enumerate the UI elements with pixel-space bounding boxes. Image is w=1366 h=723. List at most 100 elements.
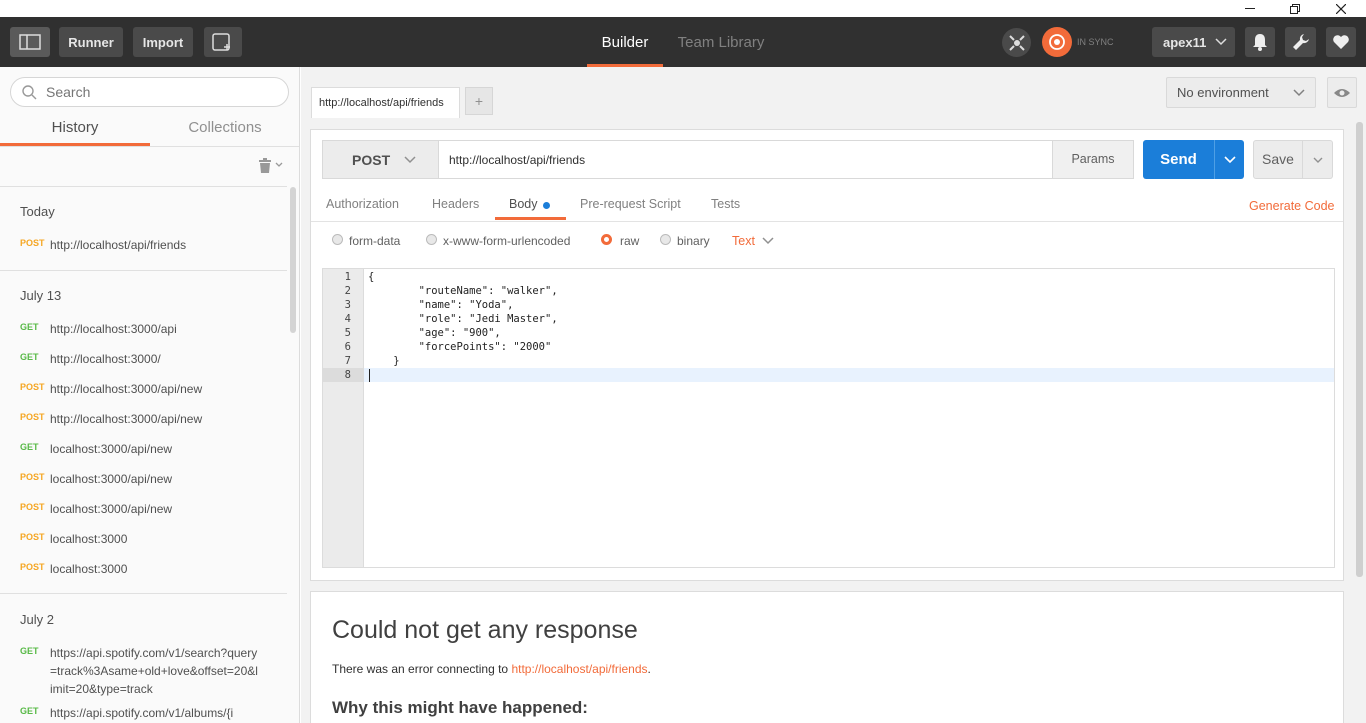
editor-gutter: 1 2 3 4 5 6 7 8 <box>323 269 364 567</box>
environment-select[interactable]: No environment <box>1166 77 1316 108</box>
urlencoded-radio[interactable] <box>426 234 437 245</box>
history-item[interactable]: POST localhost:3000/api/new <box>20 470 290 488</box>
main-panel: http://localhost/api/friends + No enviro… <box>301 67 1366 723</box>
history-item[interactable]: POST http://localhost:3000/api/new <box>20 410 290 428</box>
history-item[interactable]: POST http://localhost:3000/api/new <box>20 380 290 398</box>
urlencoded-label: x-www-form-urlencoded <box>443 234 571 248</box>
wrench-icon <box>1292 34 1309 50</box>
body-editor[interactable]: 1 2 3 4 5 6 7 8 { "routeName": "walker",… <box>322 268 1335 568</box>
history-item[interactable]: GET localhost:3000/api/new <box>20 440 290 458</box>
search-input[interactable] <box>46 83 276 101</box>
group-divider <box>0 593 287 594</box>
builder-label: Builder <box>601 33 649 51</box>
send-button[interactable]: Send <box>1143 140 1214 179</box>
subtabs-divider <box>311 221 1343 222</box>
settings-button[interactable] <box>1285 27 1316 57</box>
history-item[interactable]: POST localhost:3000/api/new <box>20 500 290 518</box>
tab-team-library[interactable]: Team Library <box>670 17 772 67</box>
support-button[interactable] <box>1326 27 1356 57</box>
send-options-button[interactable] <box>1214 140 1244 179</box>
raw-type-select[interactable]: Text <box>732 234 774 248</box>
request-builder: POST Params Send Save Authorization Head… <box>310 129 1344 581</box>
method-select[interactable]: POST <box>322 140 439 179</box>
tab-tests[interactable]: Tests <box>711 197 740 211</box>
method-badge: POST <box>20 562 45 572</box>
history-item[interactable]: GET https://api.spotify.com/v1/albums/{i <box>20 704 290 722</box>
tab-collections[interactable]: Collections <box>150 115 299 147</box>
generate-code-link[interactable]: Generate Code <box>1249 199 1334 213</box>
main-scrollbar[interactable] <box>1356 122 1363 577</box>
chevron-down-icon <box>1223 155 1236 163</box>
app-header: Runner Import Builder Team Library IN SY… <box>0 17 1366 67</box>
line-number: 8 <box>344 369 351 381</box>
sidebar-scrollbar[interactable] <box>290 187 296 333</box>
history-item[interactable]: GET http://localhost:3000/ <box>20 350 290 368</box>
method-badge: GET <box>20 352 39 362</box>
line-number: 6 <box>344 341 351 353</box>
clear-history-button[interactable] <box>258 157 283 173</box>
binary-radio[interactable] <box>660 234 671 245</box>
interceptor-button[interactable] <box>1002 28 1031 57</box>
new-tab-button[interactable] <box>204 27 242 57</box>
method-badge: POST <box>20 472 45 482</box>
restore-button[interactable] <box>1280 0 1310 17</box>
method-badge: GET <box>20 646 39 656</box>
method-badge: GET <box>20 322 39 332</box>
environment-quick-look-button[interactable] <box>1327 77 1357 108</box>
raw-radio[interactable] <box>601 234 612 245</box>
request-tab[interactable]: http://localhost/api/friends <box>311 87 460 118</box>
close-button[interactable] <box>1326 0 1356 17</box>
close-icon <box>1336 3 1346 14</box>
params-button[interactable]: Params <box>1052 140 1134 179</box>
tab-headers[interactable]: Headers <box>432 197 479 211</box>
notifications-button[interactable] <box>1245 27 1275 57</box>
line-number: 3 <box>344 299 351 311</box>
trash-icon <box>259 158 271 173</box>
error-prefix: There was an error connecting to <box>332 662 512 676</box>
search-icon <box>22 85 37 100</box>
save-button[interactable]: Save <box>1253 140 1303 179</box>
error-suffix: . <box>647 662 651 676</box>
line-number: 2 <box>344 285 351 297</box>
restore-icon <box>1290 3 1300 14</box>
sync-button[interactable] <box>1042 27 1072 57</box>
text-cursor <box>369 369 370 382</box>
runner-button[interactable]: Runner <box>59 27 123 57</box>
error-link[interactable]: http://localhost/api/friends <box>511 662 647 676</box>
history-group-title: July 13 <box>20 288 62 303</box>
body-indicator-dot <box>543 202 550 209</box>
tab-builder[interactable]: Builder <box>587 17 663 67</box>
body-active-indicator <box>495 217 566 220</box>
form-data-radio[interactable] <box>332 234 343 245</box>
toggle-sidebar-button[interactable] <box>10 27 50 57</box>
sidebar-toggle-icon <box>19 34 41 50</box>
raw-label: raw <box>620 234 640 248</box>
user-menu-button[interactable]: apex11 <box>1152 27 1235 57</box>
code-line: "routeName": "walker", <box>368 285 558 297</box>
history-item[interactable]: POST localhost:3000 <box>20 530 290 548</box>
line-number: 5 <box>344 327 351 339</box>
import-button[interactable]: Import <box>133 27 193 57</box>
user-name: apex11 <box>1163 34 1207 50</box>
chevron-down-icon <box>1215 38 1227 46</box>
url-input[interactable] <box>438 140 1053 179</box>
line-number: 1 <box>344 271 351 283</box>
history-item[interactable]: GET https://api.spotify.com/v1/search?qu… <box>20 644 290 698</box>
tab-body[interactable]: Body <box>495 188 566 220</box>
history-item[interactable]: POST http://localhost/api/friends <box>20 236 290 254</box>
response-title: Could not get any response <box>332 616 638 644</box>
history-url: http://localhost/api/friends <box>50 238 187 252</box>
history-group-title: Today <box>20 204 55 219</box>
code-line: "role": "Jedi Master", <box>368 313 558 325</box>
history-url: https://api.spotify.com/v1/search?query=… <box>50 646 258 696</box>
sidebar: History Collections Today POST http://lo… <box>0 67 300 723</box>
tab-pre-request-script[interactable]: Pre-request Script <box>580 197 681 211</box>
tab-authorization[interactable]: Authorization <box>326 197 399 211</box>
save-options-button[interactable] <box>1303 140 1333 179</box>
method-badge: GET <box>20 706 39 716</box>
history-item[interactable]: POST localhost:3000 <box>20 560 290 578</box>
history-item[interactable]: GET http://localhost:3000/api <box>20 320 290 338</box>
minimize-button[interactable] <box>1235 0 1265 17</box>
search-box[interactable] <box>10 77 289 107</box>
add-tab-button[interactable]: + <box>465 87 493 115</box>
